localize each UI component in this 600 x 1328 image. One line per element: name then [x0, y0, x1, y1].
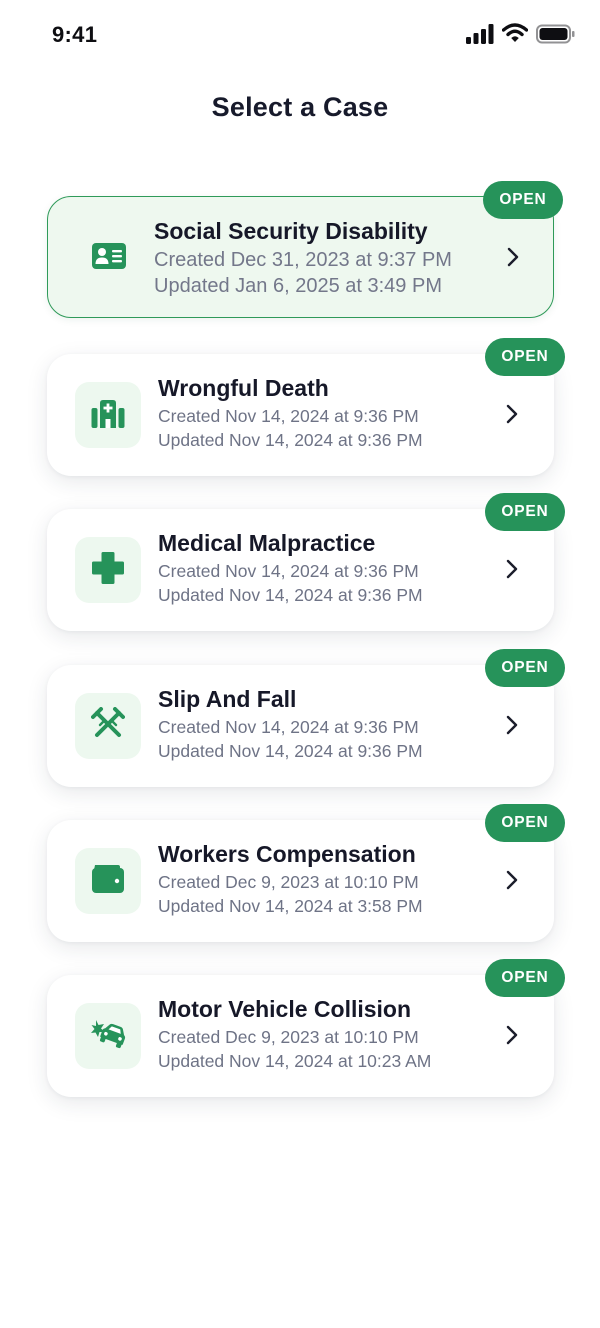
case-created: Created Nov 14, 2024 at 9:36 PM	[158, 406, 419, 426]
status-bar: 9:41	[0, 0, 600, 72]
case-icon-container	[75, 848, 141, 914]
case-card-slip-and-fall[interactable]: Slip And Fall Created Nov 14, 2024 at 9:…	[47, 649, 565, 787]
wallet-icon	[91, 864, 125, 899]
status-icons	[466, 23, 576, 49]
medical-cross-icon	[91, 551, 125, 590]
case-text: Motor Vehicle Collision Created Dec 9, 2…	[158, 993, 484, 1073]
case-card-wrongful-death[interactable]: Wrongful Death Created Nov 14, 2024 at 9…	[47, 338, 565, 476]
status-badge: OPEN	[485, 493, 565, 531]
status-badge: OPEN	[485, 338, 565, 376]
wifi-icon	[501, 23, 529, 48]
case-icon-container	[75, 537, 141, 603]
case-created: Created Nov 14, 2024 at 9:36 PM	[158, 717, 419, 737]
case-card-social-security-disability[interactable]: Social Security Disability Created Dec 3…	[47, 181, 563, 318]
chevron-right-icon	[506, 715, 518, 735]
case-card-workers-compensation[interactable]: Workers Compensation Created Dec 9, 2023…	[47, 804, 565, 942]
status-badge: OPEN	[485, 649, 565, 687]
case-updated: Updated Nov 14, 2024 at 9:36 PM	[158, 741, 423, 761]
case-updated: Updated Nov 14, 2024 at 10:23 AM	[158, 1051, 432, 1071]
case-name: Wrongful Death	[158, 375, 329, 401]
case-icon-container	[76, 225, 142, 291]
case-created: Created Nov 14, 2024 at 9:36 PM	[158, 561, 419, 581]
case-name: Workers Compensation	[158, 841, 416, 867]
chevron-right-icon	[506, 404, 518, 424]
id-card-icon	[92, 242, 126, 274]
case-updated: Updated Jan 6, 2025 at 3:49 PM	[154, 275, 442, 297]
case-text: Workers Compensation Created Dec 9, 2023…	[158, 838, 484, 918]
status-badge: OPEN	[485, 959, 565, 997]
chevron-right-icon	[506, 870, 518, 890]
hospital-icon	[91, 398, 125, 433]
case-icon-container	[75, 1003, 141, 1069]
signal-icon	[466, 24, 494, 49]
case-text: Social Security Disability Created Dec 3…	[154, 215, 483, 299]
case-name: Social Security Disability	[154, 218, 428, 244]
case-updated: Updated Nov 14, 2024 at 9:36 PM	[158, 585, 423, 605]
case-created: Created Dec 9, 2023 at 10:10 PM	[158, 1027, 419, 1047]
battery-icon	[536, 24, 576, 49]
case-name: Slip And Fall	[158, 686, 297, 712]
status-badge: OPEN	[485, 804, 565, 842]
case-created: Created Dec 31, 2023 at 9:37 PM	[154, 249, 452, 271]
case-created: Created Dec 9, 2023 at 10:10 PM	[158, 872, 419, 892]
crutches-icon	[91, 706, 125, 746]
status-time: 9:41	[52, 22, 98, 47]
case-card-medical-malpractice[interactable]: Medical Malpractice Created Nov 14, 2024…	[47, 493, 565, 631]
case-text: Medical Malpractice Created Nov 14, 2024…	[158, 527, 484, 607]
case-updated: Updated Nov 14, 2024 at 3:58 PM	[158, 896, 423, 916]
case-icon-container	[75, 382, 141, 448]
chevron-right-icon	[507, 247, 519, 267]
case-text: Slip And Fall Created Nov 14, 2024 at 9:…	[158, 683, 484, 763]
status-badge: OPEN	[483, 181, 563, 219]
page-title: Select a Case	[211, 92, 389, 122]
chevron-right-icon	[506, 1025, 518, 1045]
case-text: Wrongful Death Created Nov 14, 2024 at 9…	[158, 372, 484, 452]
case-updated: Updated Nov 14, 2024 at 9:36 PM	[158, 430, 423, 450]
case-icon-container	[75, 693, 141, 759]
car-crash-icon	[90, 1018, 126, 1055]
case-card-motor-vehicle-collision[interactable]: Motor Vehicle Collision Created Dec 9, 2…	[47, 959, 565, 1097]
case-name: Medical Malpractice	[158, 530, 376, 556]
case-name: Motor Vehicle Collision	[158, 996, 412, 1022]
chevron-right-icon	[506, 559, 518, 579]
